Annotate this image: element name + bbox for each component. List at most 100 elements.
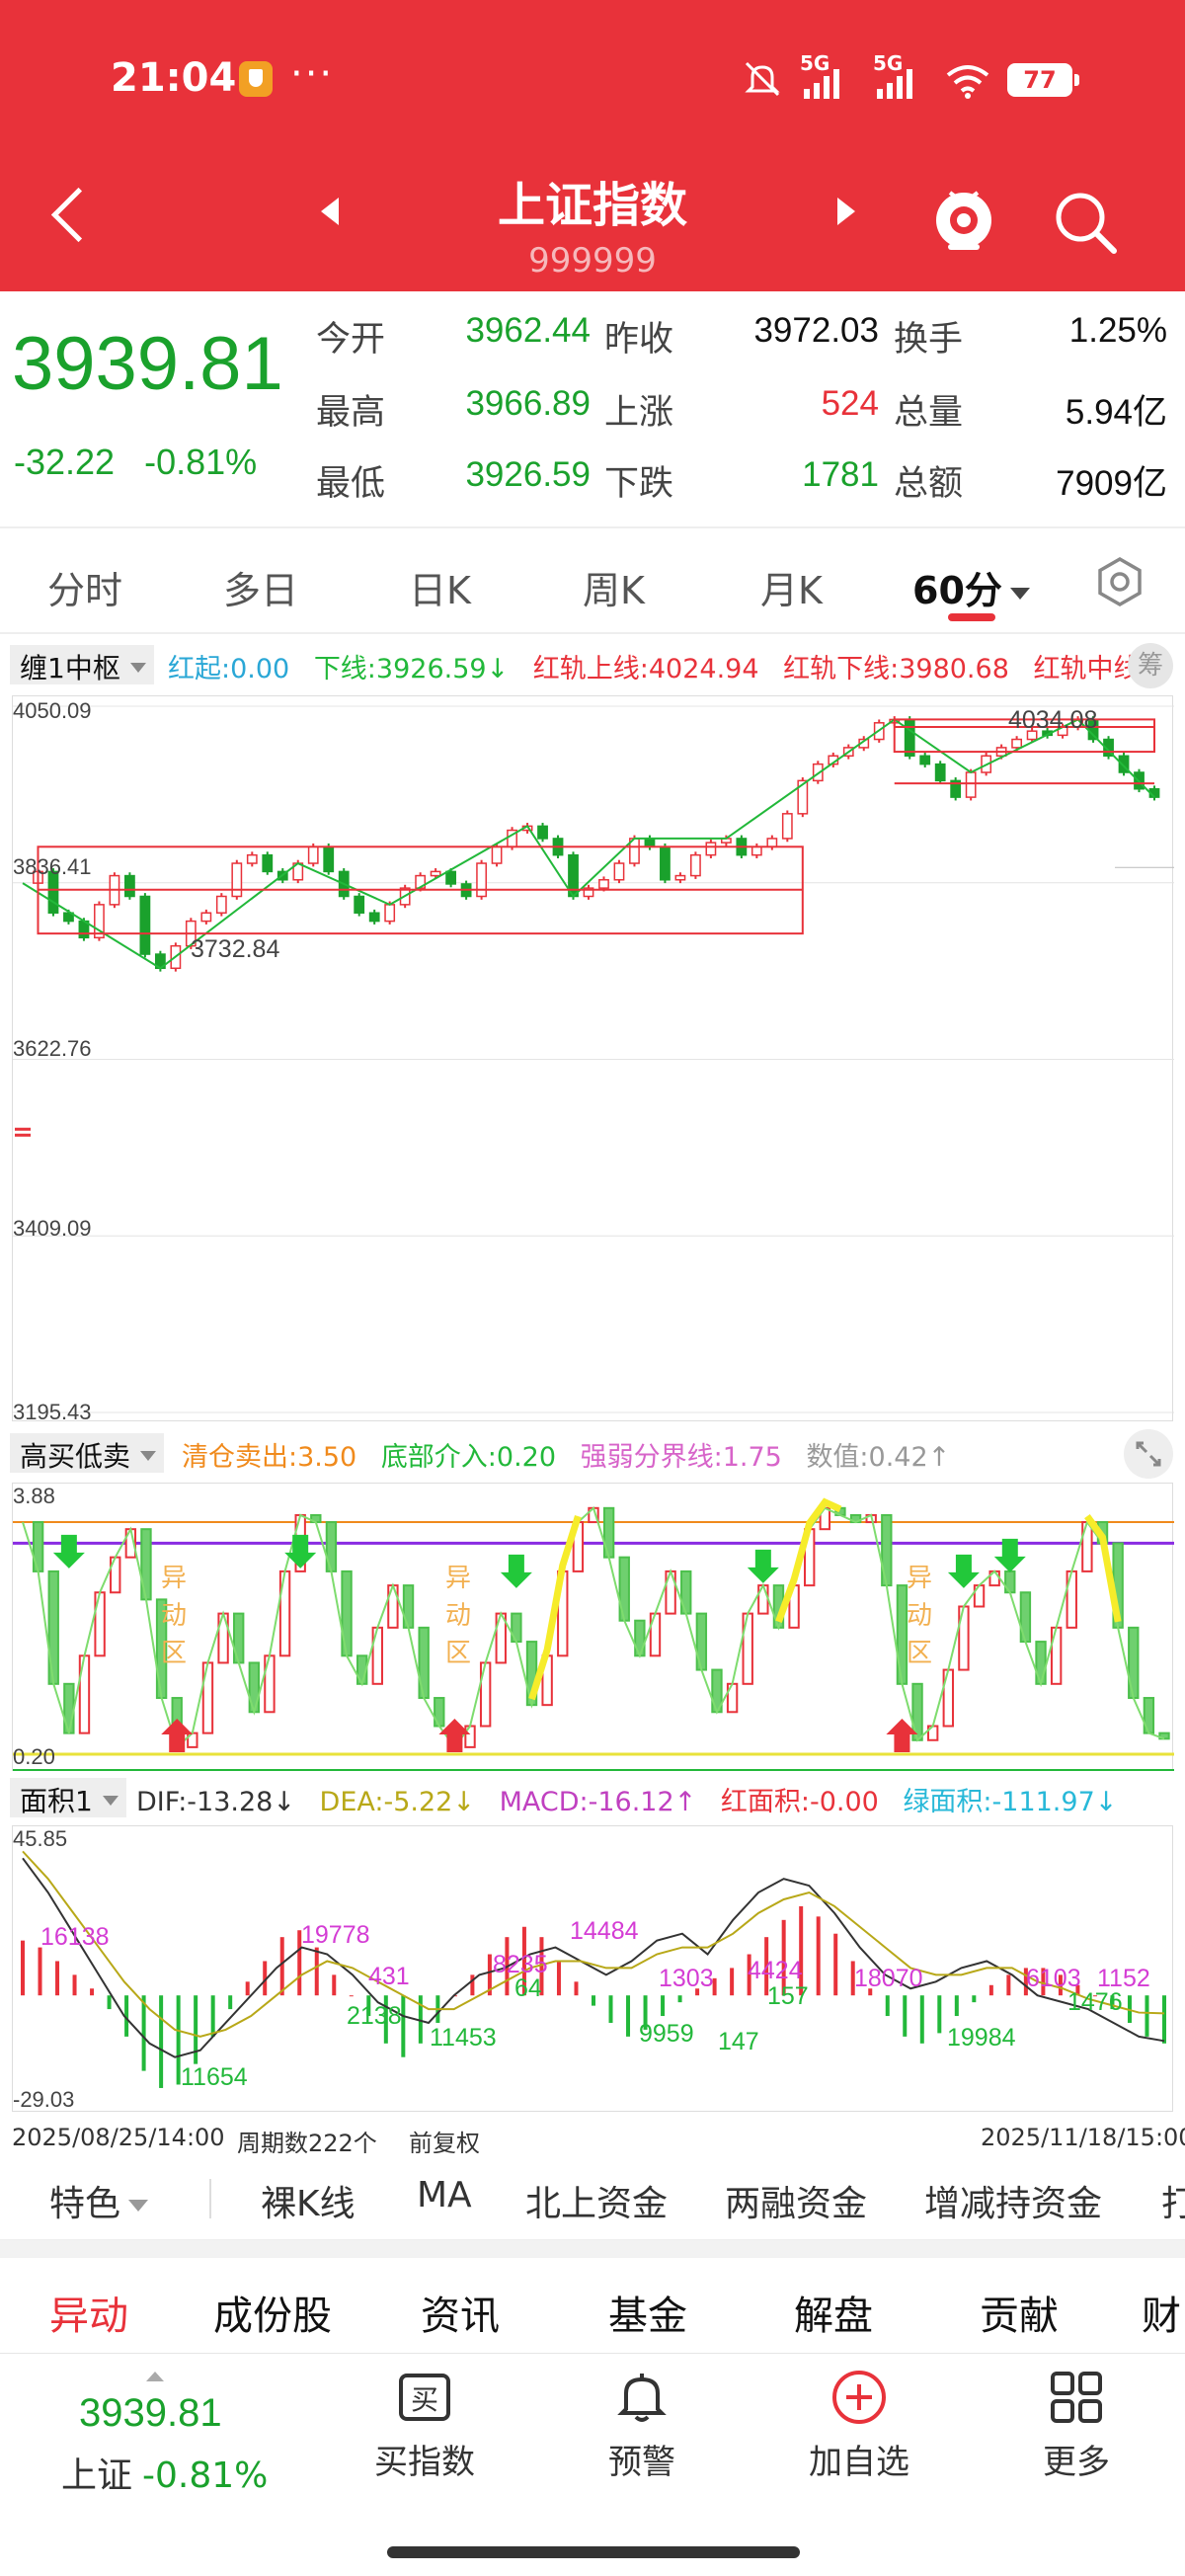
oscillator-chart[interactable]: 异动区 异动区 异动区 3.88 0.20 — [12, 1483, 1174, 1771]
indicator-value: DEA:-5.22↓ — [319, 1787, 475, 1817]
battery-icon: 77 — [1007, 63, 1079, 97]
macd-bar — [401, 1995, 406, 2057]
feature-more[interactable]: 打 — [1161, 2175, 1185, 2226]
y-tick-label: 4050.09 — [13, 698, 92, 723]
osc-indicator-values: 清仓卖出:3.50 底部介入:0.20 强弱分界线:1.75 数值:0.42↑ — [182, 1435, 966, 1474]
quote-value: 1781 — [802, 455, 879, 494]
y-tick-label: 3.88 — [13, 1484, 55, 1508]
zone-label: 异 — [907, 1564, 932, 1593]
tab-finance[interactable]: 财 — [1142, 2284, 1181, 2341]
main-indicator-bar: 缠1中枢 红起:0.00 下线:3926.59↓ 红轨上线:4024.94 红轨… — [0, 637, 1185, 692]
y-tick-label: 3195.43 — [13, 1400, 92, 1424]
macd-bar — [332, 1974, 337, 1996]
macd-bar — [661, 1995, 666, 2017]
mascot-icon[interactable] — [928, 183, 999, 252]
macd-bar — [1006, 1974, 1011, 1996]
macd-chart[interactable]: 16138 11654 19778 431 2138 8235 64 11453 14484 13… — [12, 1825, 1173, 2112]
grid-icon — [1051, 2372, 1102, 2423]
candle-body — [613, 862, 625, 881]
macd-bar — [194, 1995, 198, 2064]
macd-bar — [72, 1974, 77, 1996]
indicator-value: 下线:3926.59↓ — [313, 654, 510, 684]
macd-bar — [903, 1995, 908, 2037]
back-button[interactable] — [40, 178, 99, 257]
tab-funds[interactable]: 基金 — [608, 2284, 687, 2341]
area-label: 431 — [368, 1963, 410, 1990]
candle-body — [139, 895, 151, 955]
macd-indicator-selector[interactable]: 面积1 — [10, 1778, 126, 1817]
macd-svg: 1613811654197784312138823564114531448413… — [21, 1850, 1166, 2091]
plus-circle-icon — [832, 2371, 886, 2424]
zone-label: 区 — [445, 1639, 471, 1668]
area-label: 16138 — [40, 1923, 110, 1951]
tab-daily-k[interactable]: 日K — [409, 560, 471, 614]
osc-indicator-selector[interactable]: 高买低卖 — [10, 1433, 165, 1473]
search-icon[interactable] — [1051, 188, 1120, 257]
home-indicator — [387, 2546, 800, 2558]
add-watchlist-button[interactable]: 加自选 — [780, 2368, 938, 2483]
candle-body — [215, 895, 227, 914]
more-notifications-icon: ··· — [290, 51, 335, 97]
kline-chart[interactable]: 4050.09 3622.76 3409.09 3195.43 3836.41 … — [12, 695, 1174, 1424]
candle-body — [1011, 738, 1023, 749]
area-label: 19778 — [301, 1921, 370, 1949]
sell-arrow-icon — [52, 1534, 85, 1569]
quote-value: 3962.44 — [465, 311, 591, 350]
alert-button[interactable]: 预警 — [563, 2368, 721, 2483]
macd-bar — [228, 1995, 233, 2010]
alert-label: 预警 — [608, 2443, 675, 2482]
bottom-nav: 3939.81 上证 -0.81% 买 买指数 预警 加自选 更多 — [0, 2353, 1185, 2576]
macd-bar — [90, 1988, 95, 1996]
tab-constituents[interactable]: 成份股 — [213, 2284, 332, 2341]
indicator-value: 红轨下线:3980.68 — [783, 654, 1009, 684]
zone-label: 区 — [907, 1639, 932, 1668]
nav-index-summary: 上证 -0.81% — [61, 2447, 268, 2498]
tab-weekly-k[interactable]: 周K — [583, 560, 645, 614]
buy-index-label: 买指数 — [374, 2443, 475, 2482]
zone-label: 异 — [161, 1564, 187, 1593]
more-button[interactable]: 更多 — [997, 2368, 1155, 2483]
next-index-button[interactable] — [837, 198, 855, 225]
feature-northbound[interactable]: 北上资金 — [525, 2175, 668, 2226]
chevron-up-icon[interactable] — [146, 2372, 164, 2381]
tab-movement[interactable]: 异动 — [49, 2284, 128, 2341]
gear-icon[interactable] — [1094, 556, 1146, 607]
feature-margin[interactable]: 两融资金 — [725, 2175, 867, 2226]
expand-icon[interactable] — [1124, 1429, 1173, 1479]
tab-contribution[interactable]: 贡献 — [980, 2284, 1059, 2341]
buy-index-button[interactable]: 买 买指数 — [346, 2368, 504, 2483]
macd-bar — [833, 1933, 838, 1996]
chevron-down-icon — [128, 2200, 149, 2212]
feature-ma[interactable]: MA — [417, 2175, 472, 2215]
shield-icon — [239, 61, 273, 97]
macd-bar — [314, 1947, 319, 1996]
mute-icon — [745, 61, 780, 97]
quote-value: 3966.89 — [465, 384, 591, 423]
area-label: 11654 — [181, 2063, 248, 2091]
candle-body — [262, 853, 274, 873]
expand-arrows — [1136, 1441, 1161, 1467]
buy-icon: 买 — [399, 2374, 450, 2421]
main-indicator-selector[interactable]: 缠1中枢 — [10, 645, 154, 684]
feature-special[interactable]: 特色 — [49, 2175, 149, 2226]
feature-holdings-change[interactable]: 增减持资金 — [924, 2175, 1102, 2226]
chip-distribution-button[interactable]: 筹 — [1128, 643, 1173, 688]
area-label: 1303 — [659, 1965, 714, 1992]
tab-multi-day[interactable]: 多日 — [223, 560, 298, 614]
prev-index-button[interactable] — [321, 198, 339, 225]
tab-60min[interactable]: 60分 — [912, 560, 1030, 614]
y-tick-label: 45.85 — [13, 1826, 68, 1851]
macd-bar — [972, 1995, 977, 2003]
tab-news[interactable]: 资讯 — [421, 2284, 500, 2341]
area-label: 64 — [514, 1974, 542, 2002]
chart-start-date: 2025/08/25/14:00 — [12, 2124, 225, 2151]
candle-body — [537, 825, 548, 840]
macd-bar — [21, 1940, 25, 1996]
quote-label: 上涨 — [604, 393, 674, 433]
tab-monthly-k[interactable]: 月K — [760, 560, 823, 614]
candle-body — [368, 912, 380, 923]
tab-analysis[interactable]: 解盘 — [794, 2284, 873, 2341]
feature-naked-k[interactable]: 裸K线 — [261, 2175, 356, 2226]
macd-bar — [937, 1995, 942, 2034]
tab-intraday[interactable]: 分时 — [47, 560, 122, 614]
